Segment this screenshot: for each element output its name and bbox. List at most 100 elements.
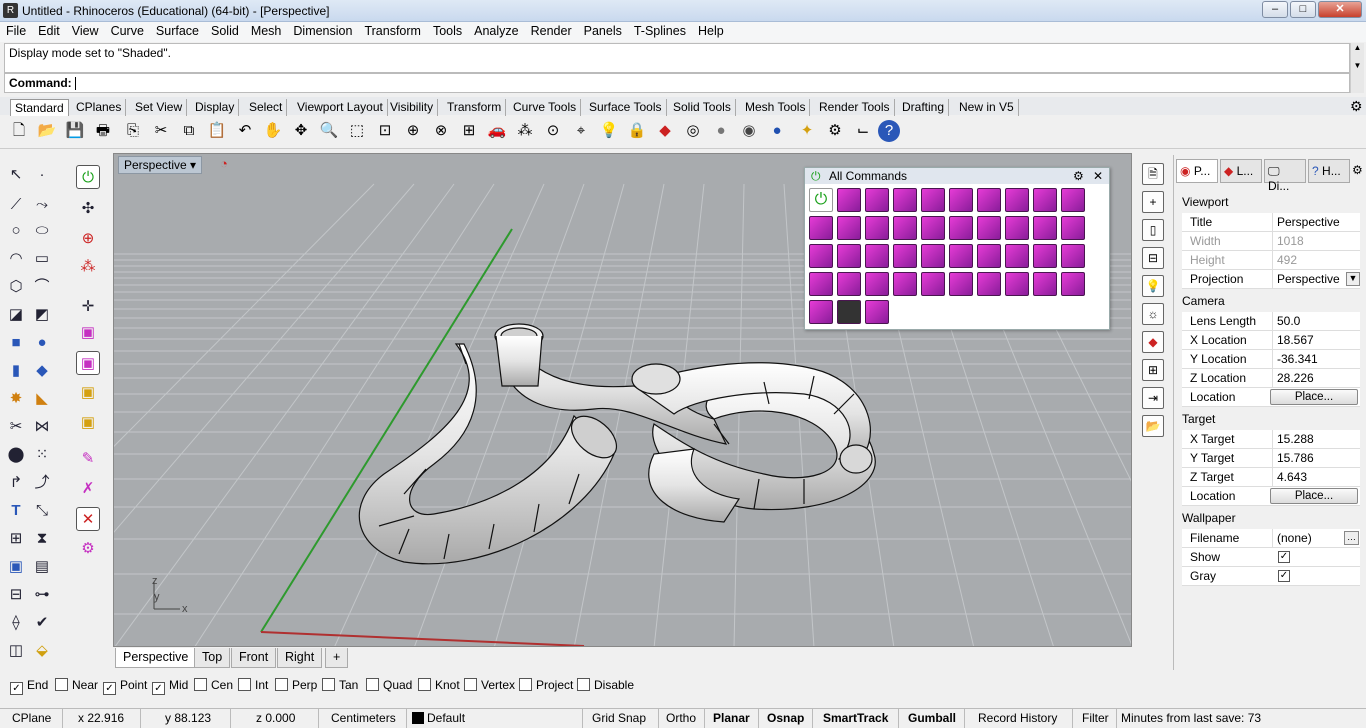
tsplines-toggle-icon[interactable]: ⏻ xyxy=(76,165,100,189)
ts-merge-icon[interactable] xyxy=(837,244,861,268)
paint-bucket-icon[interactable]: ⬙ xyxy=(30,639,54,663)
dimension-icon[interactable]: ⌙ xyxy=(852,120,874,142)
osnap-mid[interactable]: ✓ Mid xyxy=(152,678,188,695)
ts-torus-icon[interactable] xyxy=(977,188,1001,212)
select-filter-icon[interactable]: ⌖ xyxy=(570,120,592,142)
rotate-view-icon[interactable]: ✥ xyxy=(290,120,312,142)
osnap-quad[interactable]: Quad xyxy=(366,678,412,692)
import-icon[interactable]: ⎘ xyxy=(122,120,144,142)
copy-icon[interactable]: ⧉ xyxy=(178,120,200,142)
tsplines-box-icon[interactable]: ▣ xyxy=(76,321,100,345)
toolbar-options-gear-icon[interactable]: ⚙ xyxy=(1350,98,1363,115)
zoom-extents-icon[interactable]: ⊡ xyxy=(374,120,396,142)
y-target-field[interactable]: 15.786 xyxy=(1272,449,1360,467)
save-icon[interactable]: 💾 xyxy=(64,120,86,142)
tab-properties[interactable]: ◉ P... xyxy=(1176,159,1218,183)
y-location-field[interactable]: -36.341 xyxy=(1272,350,1360,368)
ts-weld-icon[interactable] xyxy=(1005,216,1029,240)
tab-right-view[interactable]: Right xyxy=(277,648,323,668)
add-doc-icon[interactable]: ⊞ xyxy=(1142,359,1164,381)
project-curve-icon[interactable]: ⟠ xyxy=(4,611,28,635)
copy-object-icon[interactable]: ⤴ xyxy=(30,471,54,495)
lens-length-field[interactable]: 50.0 xyxy=(1272,312,1360,330)
tab-drafting[interactable]: Drafting xyxy=(898,99,950,116)
tab-standard[interactable]: Standard xyxy=(10,99,69,116)
tab-surface-tools[interactable]: Surface Tools xyxy=(585,99,667,116)
pan-hand-icon[interactable]: ✋ xyxy=(262,120,284,142)
ts-subdivide-icon[interactable] xyxy=(865,244,889,268)
ts-check-icon[interactable] xyxy=(1033,216,1057,240)
array-icon[interactable]: ⊞ xyxy=(4,527,28,551)
osnap-end-checkbox[interactable]: ✓ xyxy=(10,682,23,695)
tsplines-options-gear-icon[interactable]: ⚙ xyxy=(76,537,100,561)
surface-edge-icon[interactable]: ◩ xyxy=(30,303,54,327)
select-arrow-icon[interactable]: ↖ xyxy=(4,163,28,187)
new-file-icon[interactable]: 🗋 xyxy=(8,120,30,142)
filter-toggle[interactable]: Filter xyxy=(1082,711,1109,725)
menu-render[interactable]: Render xyxy=(525,22,578,38)
osnap-vertex-checkbox[interactable] xyxy=(464,678,477,691)
ts-select-icon[interactable] xyxy=(893,272,917,296)
x-target-field[interactable]: 15.288 xyxy=(1272,430,1360,448)
menu-transform[interactable]: Transform xyxy=(358,22,427,38)
tab-curve-tools[interactable]: Curve Tools xyxy=(509,99,582,116)
shaded-sphere-icon[interactable]: ● xyxy=(710,120,732,142)
tab-solid-tools[interactable]: Solid Tools xyxy=(669,99,736,116)
box-solid-icon[interactable]: ■ xyxy=(4,331,28,355)
ts-flip-icon[interactable] xyxy=(865,272,889,296)
tsplines-tools-icon[interactable]: ✗ xyxy=(76,477,100,501)
ts-surface-icon[interactable] xyxy=(1033,272,1057,296)
tab-perspective-view[interactable]: Perspective xyxy=(115,648,197,668)
properties-doc-icon[interactable]: 🗎 xyxy=(1142,163,1164,185)
curve-control-points-icon[interactable]: ⤳ xyxy=(30,193,54,217)
projection-dropdown-chevron-icon[interactable]: ▼ xyxy=(1346,272,1360,286)
osnap-disable-checkbox[interactable] xyxy=(577,678,590,691)
arrow-doc-icon[interactable]: ⇥ xyxy=(1142,387,1164,409)
ts-star-icon[interactable] xyxy=(921,272,945,296)
ts-pull-icon[interactable] xyxy=(837,272,861,296)
polygon-icon[interactable]: ⬡ xyxy=(4,275,28,299)
ts-match-icon[interactable] xyxy=(1061,244,1085,268)
point-icon[interactable]: · xyxy=(30,163,54,187)
z-target-field[interactable]: 4.643 xyxy=(1272,468,1360,486)
ortho-toggle[interactable]: Ortho xyxy=(666,711,696,725)
menu-dimension[interactable]: Dimension xyxy=(287,22,358,38)
circle-icon[interactable]: ○ xyxy=(4,219,28,243)
osnap-project-checkbox[interactable] xyxy=(519,678,532,691)
menu-file[interactable]: File xyxy=(0,22,32,38)
tab-layers[interactable]: ◆ L... xyxy=(1220,159,1262,183)
open-file-icon[interactable]: 📂 xyxy=(36,120,58,142)
smarttrack-toggle[interactable]: SmartTrack xyxy=(823,711,888,725)
ts-cylinder-icon[interactable] xyxy=(949,188,973,212)
osnap-knot[interactable]: Knot xyxy=(418,678,460,692)
tab-top-view[interactable]: Top xyxy=(194,648,231,668)
mesh-plane-icon[interactable]: ◆ xyxy=(30,359,54,383)
command-scrollbar[interactable]: ▲ ▼ xyxy=(1350,43,1364,93)
ts-append-icon[interactable] xyxy=(921,216,945,240)
tsplines-delete-icon[interactable]: ✕ xyxy=(76,507,100,531)
osnap-cen-checkbox[interactable] xyxy=(194,678,207,691)
viewport-title-label[interactable]: Perspective ▾ xyxy=(118,156,203,174)
ts-polygon-icon[interactable] xyxy=(949,272,973,296)
grid-snap-toggle[interactable]: Grid Snap xyxy=(592,711,646,725)
tsplines-edge-icon[interactable]: ▣ xyxy=(76,411,100,435)
options-gear-icon[interactable]: ⚙ xyxy=(824,120,846,142)
grid-array-icon[interactable]: ⊟ xyxy=(4,583,28,607)
car-icon[interactable]: 🚗 xyxy=(486,120,508,142)
menu-tools[interactable]: Tools xyxy=(427,22,468,38)
ts-split-icon[interactable] xyxy=(809,300,833,324)
menu-view[interactable]: View xyxy=(66,22,105,38)
rhino-app-icon[interactable]: R xyxy=(3,3,18,18)
menu-panels[interactable]: Panels xyxy=(578,22,628,38)
analyze-icon[interactable]: ⊶ xyxy=(30,583,54,607)
hatch-icon[interactable]: ▤ xyxy=(30,555,54,579)
record-history-toggle[interactable]: Record History xyxy=(978,711,1057,725)
ts-revolve-icon[interactable] xyxy=(865,216,889,240)
ts-sphere-icon[interactable] xyxy=(865,188,889,212)
extrude-icon[interactable]: ◣ xyxy=(30,387,54,411)
ellipse-icon[interactable]: ⬭ xyxy=(30,219,54,243)
ts-crease-icon[interactable] xyxy=(949,244,973,268)
osnap-knot-checkbox[interactable] xyxy=(418,678,431,691)
ts-insert-edge-icon[interactable] xyxy=(893,244,917,268)
group-icon[interactable]: ⁙ xyxy=(30,443,54,467)
